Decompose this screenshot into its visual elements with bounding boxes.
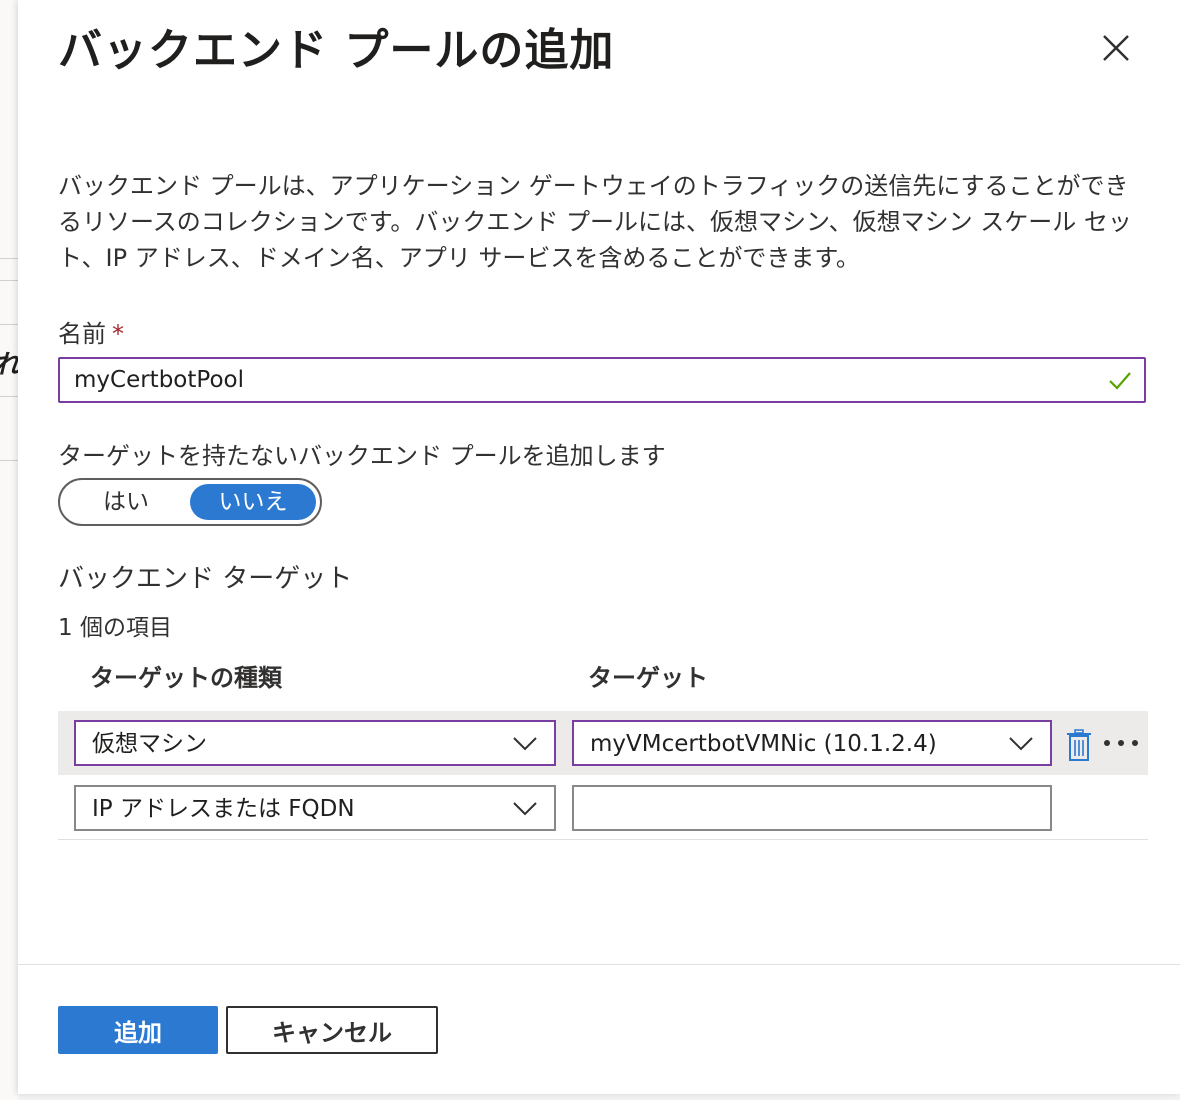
name-field-label: 名前 * (58, 314, 124, 349)
target-type-dropdown[interactable]: 仮想マシン (74, 720, 556, 766)
target-value: myVMcertbotVMNic (10.1.2.4) (590, 731, 937, 757)
required-marker: * (112, 320, 124, 348)
backend-targets-title: バックエンド ターゲット (58, 564, 353, 594)
more-icon (1104, 740, 1138, 746)
background-divider (0, 324, 18, 325)
target-input-container (572, 785, 1052, 831)
background-text: れ (0, 344, 18, 381)
name-input[interactable] (74, 359, 1074, 401)
background-blade: れ (0, 0, 18, 1100)
cancel-button[interactable]: キャンセル (226, 1006, 438, 1054)
close-icon (1103, 35, 1129, 61)
close-button[interactable] (1098, 30, 1134, 66)
footer-divider (18, 964, 1180, 965)
column-header-target: ターゲット (588, 664, 708, 692)
check-icon (1109, 372, 1131, 390)
background-divider (0, 460, 18, 461)
target-type-value: IP アドレスまたは FQDN (92, 796, 355, 822)
no-targets-toggle: はい いいえ (58, 478, 322, 526)
name-label-text: 名前 (58, 320, 106, 348)
delete-row-button[interactable] (1066, 729, 1092, 761)
chevron-down-icon (513, 737, 537, 751)
item-count: 1 個の項目 (58, 615, 172, 641)
trash-icon (1067, 729, 1091, 761)
add-backend-pool-panel: バックエンド プールの追加 バックエンド プールは、アプリケーション ゲートウェ… (18, 0, 1180, 1094)
background-divider (0, 258, 18, 259)
panel-description: バックエンド プールは、アプリケーション ゲートウェイのトラフィックの送信先にす… (58, 172, 1132, 272)
no-targets-label: ターゲットを持たないバックエンド プールを追加します (58, 442, 666, 470)
target-dropdown[interactable]: myVMcertbotVMNic (10.1.2.4) (572, 720, 1052, 766)
chevron-down-icon (1009, 737, 1033, 751)
more-options-button[interactable] (1102, 733, 1140, 753)
column-header-target-type: ターゲットの種類 (90, 664, 282, 692)
chevron-down-icon (513, 802, 537, 816)
name-input-container (58, 357, 1146, 403)
row-divider (58, 839, 1148, 840)
panel-title: バックエンド プールの追加 (58, 25, 615, 76)
target-input[interactable] (586, 787, 1030, 829)
toggle-option-no[interactable]: いいえ (190, 484, 316, 520)
target-type-dropdown-new[interactable]: IP アドレスまたは FQDN (74, 785, 556, 831)
background-divider (0, 396, 18, 397)
background-divider (0, 280, 18, 281)
toggle-option-yes[interactable]: はい (66, 484, 186, 520)
target-type-value: 仮想マシン (92, 731, 207, 757)
add-button[interactable]: 追加 (58, 1006, 218, 1054)
